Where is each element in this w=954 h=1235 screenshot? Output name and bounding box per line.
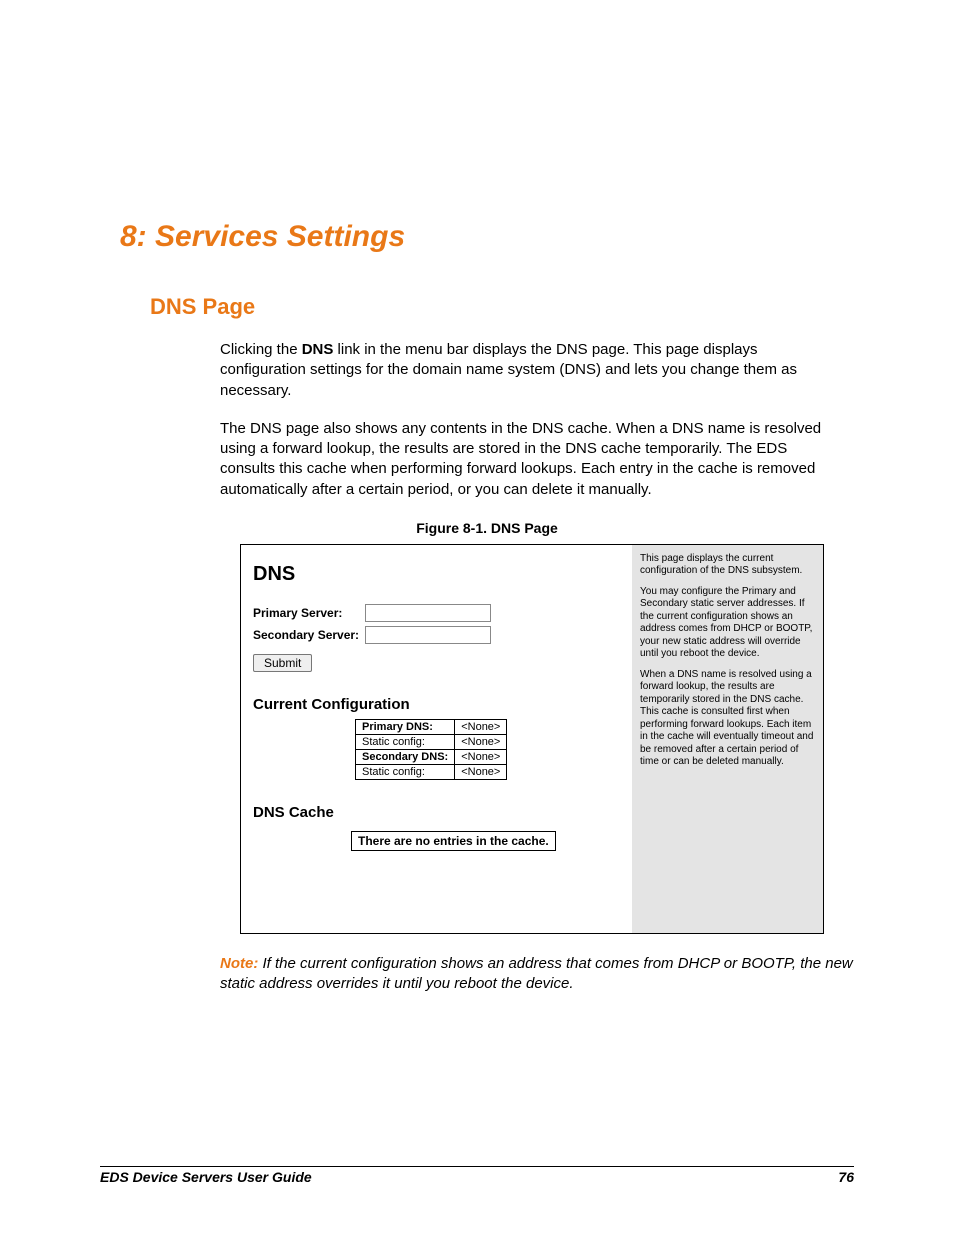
figure-caption: Figure 8-1. DNS Page — [120, 520, 854, 536]
dns-cache-heading: DNS Cache — [253, 804, 620, 821]
figure-help-panel: This page displays the current configura… — [632, 545, 823, 933]
config-label: Secondary DNS: — [356, 749, 455, 764]
figure-main-panel: DNS Primary Server: Secondary Server: Su… — [241, 545, 632, 933]
config-label: Static config: — [356, 734, 455, 749]
footer-page-number: 76 — [838, 1169, 854, 1185]
config-value: <None> — [455, 749, 507, 764]
page-footer: EDS Device Servers User Guide 76 — [100, 1166, 854, 1185]
secondary-server-input[interactable] — [365, 626, 491, 644]
submit-button[interactable]: Submit — [253, 654, 312, 672]
help-paragraph-1: This page displays the current configura… — [640, 553, 815, 578]
config-value: <None> — [455, 734, 507, 749]
config-table: Primary DNS: <None> Static config: <None… — [355, 719, 507, 780]
table-row: Static config: <None> — [356, 734, 507, 749]
chapter-title: 8: Services Settings — [120, 220, 854, 254]
secondary-server-label: Secondary Server: — [253, 628, 365, 642]
config-value: <None> — [455, 719, 507, 734]
help-paragraph-2: You may configure the Primary and Second… — [640, 586, 815, 661]
table-row: Primary DNS: <None> — [356, 719, 507, 734]
para1-pre: Clicking the — [220, 341, 302, 358]
primary-server-label: Primary Server: — [253, 606, 365, 620]
dns-cache-empty: There are no entries in the cache. — [351, 831, 556, 851]
table-row: Static config: <None> — [356, 764, 507, 779]
table-row: Secondary DNS: <None> — [356, 749, 507, 764]
document-page: 8: Services Settings DNS Page Clicking t… — [0, 0, 954, 1235]
paragraph-1: Clicking the DNS link in the menu bar di… — [220, 340, 844, 401]
help-paragraph-3: When a DNS name is resolved using a forw… — [640, 669, 815, 769]
note-text: If the current configuration shows an ad… — [220, 955, 853, 992]
config-label: Static config: — [356, 764, 455, 779]
config-value: <None> — [455, 764, 507, 779]
current-config-heading: Current Configuration — [253, 696, 620, 713]
footer-title: EDS Device Servers User Guide — [100, 1169, 312, 1185]
primary-server-input[interactable] — [365, 604, 491, 622]
secondary-server-row: Secondary Server: — [253, 626, 620, 644]
note-label: Note: — [220, 955, 258, 972]
figure-dns-page: DNS Primary Server: Secondary Server: Su… — [240, 544, 824, 934]
paragraph-2: The DNS page also shows any contents in … — [220, 419, 844, 500]
para1-bold: DNS — [302, 341, 334, 358]
section-title: DNS Page — [150, 294, 854, 320]
note-block: Note: If the current configuration shows… — [220, 954, 854, 995]
primary-server-row: Primary Server: — [253, 604, 620, 622]
dns-heading: DNS — [253, 563, 620, 586]
config-label: Primary DNS: — [356, 719, 455, 734]
